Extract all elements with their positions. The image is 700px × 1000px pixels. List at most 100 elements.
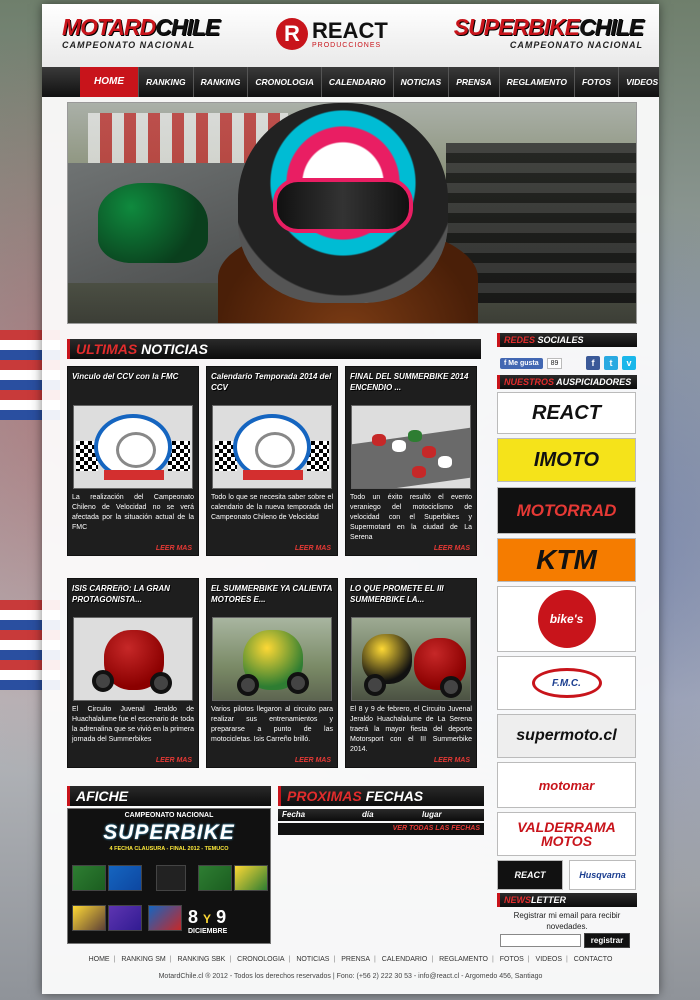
hero-banner[interactable] bbox=[67, 102, 637, 324]
footer-link-noticias[interactable]: NOTICIAS bbox=[292, 956, 333, 963]
title-white: LETTER bbox=[531, 895, 566, 905]
sponsor-react[interactable]: REACT bbox=[497, 392, 636, 434]
ver-todas-link[interactable]: VER TODAS LAS FECHAS bbox=[278, 823, 484, 835]
yellow-bike-photo[interactable] bbox=[212, 617, 332, 701]
ccv-logo-image[interactable] bbox=[212, 405, 332, 489]
sponsor-ktm[interactable]: KTM bbox=[497, 538, 636, 582]
read-more-link[interactable]: LEER MAS bbox=[295, 545, 331, 552]
poster-date: 8 Y 9 bbox=[188, 907, 227, 927]
news-card[interactable]: EL SUMMERBIKE YA CALIENTA MOTORES E... V… bbox=[206, 578, 338, 768]
nav-reglamento[interactable]: REGLAMENTO bbox=[500, 67, 575, 97]
poster-photo bbox=[198, 865, 232, 891]
nav-ranking-sm[interactable]: RANKING SM bbox=[139, 67, 194, 117]
superbikechile-logo[interactable]: SUPERBIKECHILE CAMPEONATO NACIONAL bbox=[453, 14, 644, 50]
nav-home[interactable]: HOME bbox=[80, 67, 139, 97]
nav-videos[interactable]: VIDEOS bbox=[619, 67, 665, 97]
red-bike-photo[interactable] bbox=[73, 617, 193, 701]
rider-image bbox=[98, 183, 208, 263]
news-card[interactable]: FINAL DEL SUMMERBIKE 2014 ENCENDIO ... T… bbox=[345, 366, 477, 556]
social-bar: f Me gusta 89 f t v bbox=[500, 352, 636, 374]
nav-cronologia[interactable]: CRONOLOGIA bbox=[248, 67, 322, 97]
poster-photo bbox=[72, 905, 106, 931]
two-bikes-photo[interactable] bbox=[351, 617, 471, 701]
sponsor-bikes[interactable]: bike's bbox=[497, 586, 636, 652]
news-excerpt: Todo lo que se necesita saber sobre el c… bbox=[211, 494, 333, 521]
facebook-like-button[interactable]: f Me gusta bbox=[500, 357, 543, 369]
react-logo[interactable]: R REACT PRODUCCIONES bbox=[276, 18, 388, 50]
news-excerpt: El Circuito Juvenal Jeraldo de Huachalal… bbox=[72, 706, 194, 743]
page-wrapper: MOTARDCHILE CAMPEONATO NACIONAL R REACT … bbox=[42, 4, 659, 994]
col-lugar: lugar bbox=[422, 810, 442, 819]
newsletter-email-input[interactable] bbox=[500, 934, 581, 947]
sponsor-imoto[interactable]: IMOTO bbox=[497, 438, 636, 482]
news-title[interactable]: EL SUMMERBIKE YA CALIENTA MOTORES E... bbox=[207, 579, 337, 613]
nav-noticias[interactable]: NOTICIAS bbox=[394, 67, 450, 97]
footer-link-cronologia[interactable]: CRONOLOGIA bbox=[233, 956, 288, 963]
newsletter-submit-button[interactable]: registrar bbox=[584, 933, 630, 948]
vimeo-icon[interactable]: v bbox=[622, 356, 636, 370]
col-fecha: Fecha bbox=[282, 810, 306, 819]
poster-superbike: SUPERBIKE bbox=[103, 821, 235, 844]
footer-link-ranking-sbk[interactable]: RANKING SBK bbox=[174, 956, 230, 963]
footer-link-contacto[interactable]: CONTACTO bbox=[570, 956, 617, 963]
news-card[interactable]: ISIS CARREñO: LA GRAN PROTAGONISTA... El… bbox=[67, 578, 199, 768]
footer-nav: HOME | RANKING SM | RANKING SBK | CRONOLOGI… bbox=[42, 956, 659, 963]
footer-link-home[interactable]: HOME bbox=[85, 956, 114, 963]
poster-campeonato: CAMPEONATO NACIONAL bbox=[124, 812, 214, 819]
read-more-link[interactable]: LEER MAS bbox=[434, 545, 470, 552]
like-count: 89 bbox=[546, 357, 563, 369]
sponsor-valderrama[interactable]: VALDERRAMA MOTOS bbox=[497, 812, 636, 856]
news-title[interactable]: Vinculo del CCV con la FMC bbox=[68, 367, 198, 401]
read-more-link[interactable]: LEER MAS bbox=[434, 757, 470, 764]
logo-text: CHILE bbox=[155, 14, 220, 40]
footer-link-prensa[interactable]: PRENSA bbox=[337, 956, 374, 963]
nav-calendario[interactable]: CALENDARIO bbox=[322, 67, 394, 97]
read-more-link[interactable]: LEER MAS bbox=[295, 757, 331, 764]
footer-link-fotos[interactable]: FOTOS bbox=[496, 956, 528, 963]
sponsor-supermoto[interactable]: supermoto.cl bbox=[497, 714, 636, 758]
site-header: MOTARDCHILE CAMPEONATO NACIONAL R REACT … bbox=[42, 4, 659, 67]
sponsor-motorrad[interactable]: MOTORRAD bbox=[497, 487, 636, 534]
news-card[interactable]: Vinculo del CCV con la FMC La realizació… bbox=[67, 366, 199, 556]
poster-photo bbox=[108, 865, 142, 891]
sponsor-fmc[interactable]: F.M.C. bbox=[497, 656, 636, 710]
facebook-icon[interactable]: f bbox=[586, 356, 600, 370]
title-red: REDES bbox=[504, 335, 536, 345]
goggle-image bbox=[273, 178, 413, 233]
newsletter-text: Registrar mi email para recibir novedade… bbox=[513, 911, 621, 931]
nav-ranking-sbk[interactable]: RANKING SBK bbox=[194, 67, 249, 117]
footer-link-videos[interactable]: VIDEOS bbox=[532, 956, 566, 963]
logo-text: MOTARD bbox=[62, 14, 156, 40]
react-logo-sub: PRODUCCIONES bbox=[312, 41, 382, 49]
motardchile-logo[interactable]: MOTARDCHILE CAMPEONATO NACIONAL bbox=[62, 14, 220, 50]
nav-prensa[interactable]: PRENSA bbox=[449, 67, 500, 97]
twitter-icon[interactable]: t bbox=[604, 356, 618, 370]
read-more-link[interactable]: LEER MAS bbox=[156, 757, 192, 764]
news-card[interactable]: LO QUE PROMETE EL III SUMMERBIKE LA... E… bbox=[345, 578, 477, 768]
news-title[interactable]: FINAL DEL SUMMERBIKE 2014 ENCENDIO ... bbox=[346, 367, 476, 401]
news-card[interactable]: Calendario Temporada 2014 del CCV Todo l… bbox=[206, 366, 338, 556]
race-photo[interactable] bbox=[351, 405, 471, 489]
news-title[interactable]: ISIS CARREñO: LA GRAN PROTAGONISTA... bbox=[68, 579, 198, 613]
logo-text: SUPERBIKE bbox=[453, 14, 580, 40]
title-white: SOCIALES bbox=[535, 335, 584, 345]
poster-photo bbox=[108, 905, 142, 931]
sponsor-react-small[interactable]: REACT bbox=[497, 860, 563, 890]
ccv-logo-image[interactable] bbox=[73, 405, 193, 489]
sponsor-husqvarna[interactable]: Husqvarna bbox=[569, 860, 636, 890]
sponsor-motomar[interactable]: motomar bbox=[497, 762, 636, 808]
news-title[interactable]: Calendario Temporada 2014 del CCV bbox=[207, 367, 337, 401]
footer-link-reglamento[interactable]: REGLAMENTO bbox=[435, 956, 492, 963]
news-title[interactable]: LO QUE PROMETE EL III SUMMERBIKE LA... bbox=[346, 579, 476, 613]
nav-fotos[interactable]: FOTOS bbox=[575, 67, 620, 97]
footer-link-calendario[interactable]: CALENDARIO bbox=[378, 956, 432, 963]
poster-month: DICIEMBRE bbox=[188, 928, 228, 935]
read-more-link[interactable]: LEER MAS bbox=[156, 545, 192, 552]
proximas-columns: Fecha día lugar bbox=[278, 809, 484, 821]
afiche-title: AFICHE bbox=[67, 786, 271, 806]
react-logo-name: REACT bbox=[312, 17, 388, 43]
afiche-poster[interactable]: CAMPEONATO NACIONAL SUPERBIKE 4 FECHA CL… bbox=[67, 808, 271, 944]
poster-photo bbox=[234, 865, 268, 891]
footer-link-ranking-sm[interactable]: RANKING SM bbox=[117, 956, 169, 963]
title-red: NEWS bbox=[504, 895, 531, 905]
